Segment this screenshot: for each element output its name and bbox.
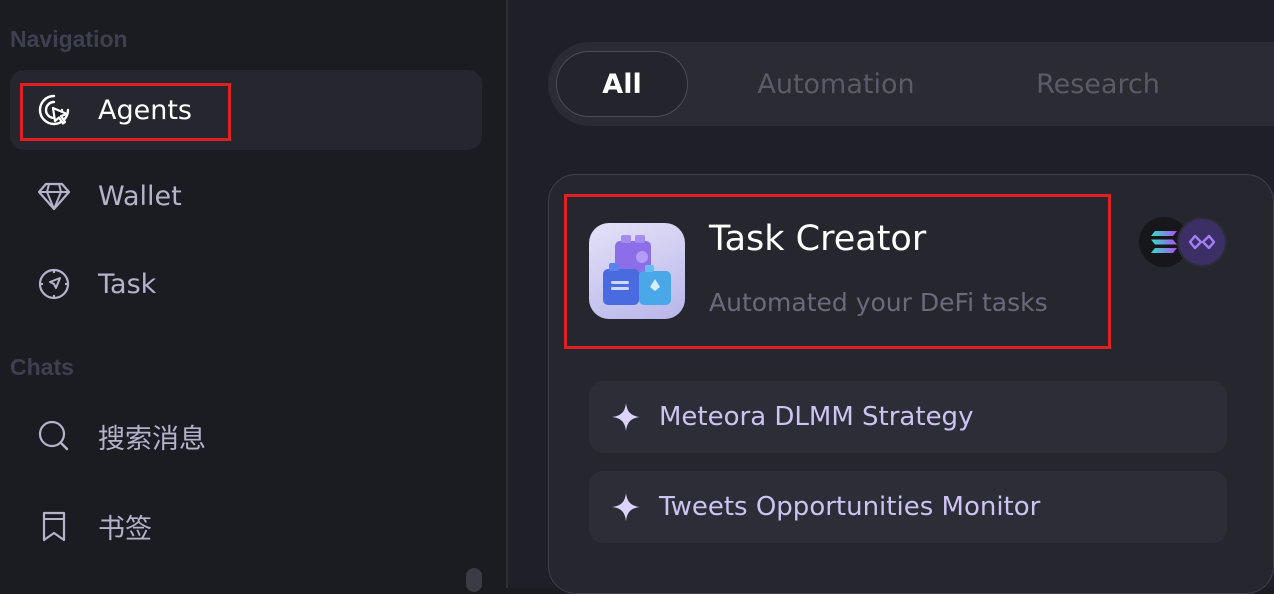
chats-section-title: Chats	[10, 354, 74, 380]
chain-badges	[1139, 217, 1231, 269]
diamond-icon	[36, 178, 72, 214]
bookmark-icon	[36, 508, 72, 544]
category-tabs: All Automation Research	[548, 42, 1274, 126]
polygon-icon	[1177, 217, 1227, 267]
sidebar-item-label: 书签	[98, 513, 152, 545]
sidebar-item-task[interactable]: Task	[10, 244, 482, 324]
sidebar-item-label: Wallet	[98, 180, 182, 212]
search-icon	[36, 418, 72, 454]
sidebar: Navigation Agents Wallet Task Chats 搜索消息…	[0, 0, 506, 592]
strategy-item[interactable]: Tweets Opportunities Monitor	[589, 471, 1227, 543]
sparkle-icon	[612, 493, 640, 521]
main-panel: All Automation Research Task Creator Aut…	[508, 0, 1274, 594]
tab-research[interactable]: Research	[1008, 51, 1188, 117]
navigation-section-title: Navigation	[10, 26, 128, 52]
agent-subtitle: Automated your DeFi tasks	[709, 288, 1048, 317]
strategy-label: Tweets Opportunities Monitor	[659, 492, 1041, 522]
sidebar-item-wallet[interactable]: Wallet	[10, 156, 482, 236]
blocks-icon	[589, 223, 685, 319]
sidebar-item-bookmarks[interactable]: 书签	[10, 486, 482, 566]
sidebar-item-label: 搜索消息	[98, 423, 206, 455]
tab-all[interactable]: All	[556, 51, 688, 117]
agents-cursor-icon	[36, 92, 72, 128]
sidebar-scrollbar[interactable]	[466, 568, 482, 592]
tab-automation[interactable]: Automation	[726, 51, 946, 117]
compass-send-icon	[36, 266, 72, 302]
sidebar-item-search-messages[interactable]: 搜索消息	[10, 396, 482, 476]
sparkle-icon	[612, 403, 640, 431]
strategy-item[interactable]: Meteora DLMM Strategy	[589, 381, 1227, 453]
sidebar-item-label: Agents	[98, 94, 192, 126]
agent-card[interactable]: Task Creator Automated your DeFi tasks M…	[548, 174, 1274, 594]
strategy-label: Meteora DLMM Strategy	[659, 402, 974, 432]
agent-title: Task Creator	[709, 219, 927, 259]
sidebar-item-label: Task	[98, 268, 157, 300]
sidebar-item-agents[interactable]: Agents	[10, 70, 482, 150]
